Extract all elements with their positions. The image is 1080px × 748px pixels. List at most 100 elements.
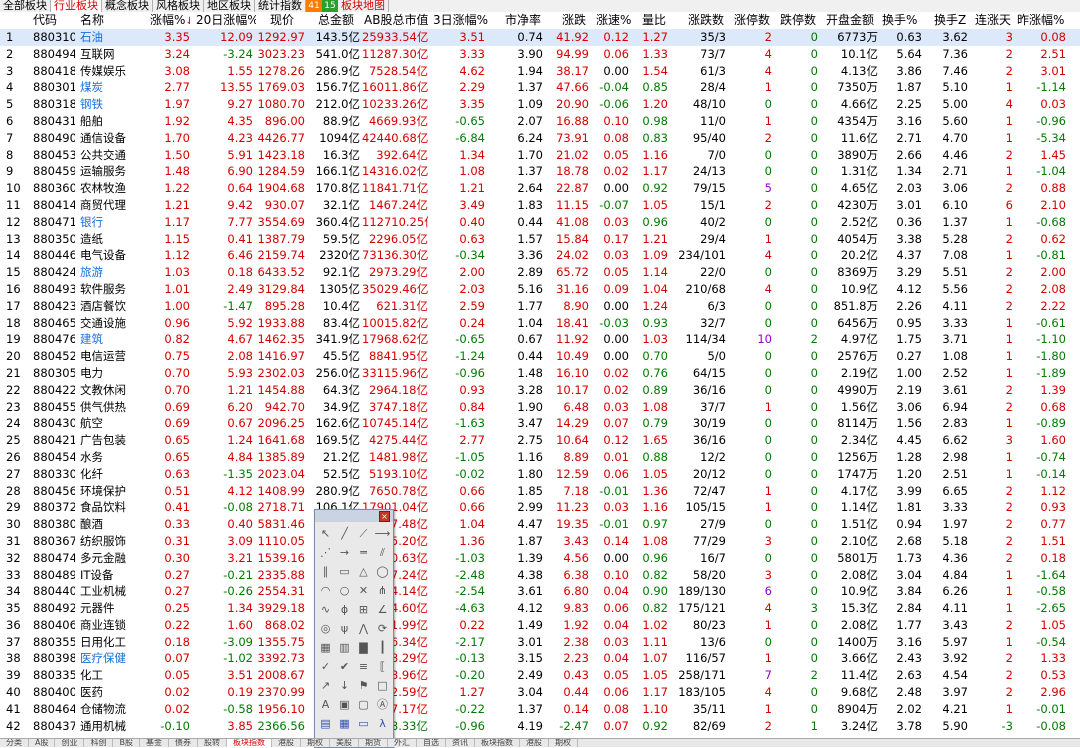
table-row[interactable]: 18 880465 交通设施 0.96 5.92 1933.88 83.4亿 10015.82… [0, 315, 1080, 332]
arc-icon[interactable]: ◠ [317, 582, 334, 599]
line-icon[interactable]: ╱ [336, 525, 353, 542]
tab-3[interactable]: 风格板块 [153, 0, 204, 12]
angle-icon[interactable]: ∠ [374, 601, 391, 618]
vertical-bars-icon[interactable]: ┃ [374, 639, 391, 656]
table-row[interactable]: 34 880440 工业机械 0.27 -0.26 2554.31 4.14亿 -2.54 3.… [0, 583, 1080, 600]
column-header-12[interactable]: 量比 [642, 12, 676, 29]
table-row[interactable]: 21 880305 电力 0.70 5.93 2302.03 256.0亿 33115.96亿… [0, 365, 1080, 382]
column-header-10[interactable]: 涨跌 [562, 12, 598, 29]
polyline-icon[interactable]: ⋰ [317, 544, 334, 561]
column-header-18[interactable]: 换手Z [934, 12, 970, 29]
table-row[interactable]: 12 880471 银行 1.17 7.77 3554.69 360.4亿 112710.25… [0, 214, 1080, 231]
table-row[interactable]: 7 880490 通信设备 1.70 4.23 4426.77 1094亿 42440.68亿… [0, 130, 1080, 147]
column-header-20[interactable]: 昨涨幅% [1017, 12, 1071, 29]
table-row[interactable]: 29 880372 食品饮料 0.41 -0.08 2718.71 106.1亿 17901.… [0, 499, 1080, 516]
ray-icon[interactable]: ⟶ [374, 525, 391, 542]
table-row[interactable]: 30 880380 酿酒 0.33 0.40 5831.46 7.48亿 1.04 4.47 19… [0, 516, 1080, 533]
table-row[interactable]: 27 880330 化纤 0.63 -1.35 2023.04 52.5亿 5193.10亿 -… [0, 466, 1080, 483]
rectangle-icon[interactable]: ▭ [336, 563, 353, 580]
table-row[interactable]: 39 880335 化工 0.05 3.51 2008.67 8.96亿 -0.20 2.49 0… [0, 667, 1080, 684]
lambda-icon[interactable]: λ [374, 715, 391, 732]
table-row[interactable]: 42 880437 通用机械 -0.10 3.85 2366.56 8.33亿 -0.96 4.… [0, 718, 1080, 735]
arrow-line-icon[interactable]: → [336, 544, 353, 561]
column-header-14[interactable]: 涨停数 [734, 12, 774, 29]
column-header-9[interactable]: 市净率 [505, 12, 545, 29]
circle-icon[interactable]: ○ [336, 582, 353, 599]
toolbox-titlebar[interactable]: × [315, 510, 393, 522]
histogram-icon[interactable]: ▇ [355, 639, 372, 656]
column-header-19[interactable]: 连涨天 [975, 12, 1015, 29]
square-outline-icon[interactable]: ▭ [355, 715, 372, 732]
spiral-icon[interactable]: ◎ [317, 620, 334, 637]
ellipse-icon[interactable]: ◯ [374, 563, 391, 580]
column-header-5[interactable]: 现价 [270, 12, 310, 29]
table-row[interactable]: 1 880310 石油 3.35 12.09 1292.97 143.5亿 25933.54亿… [0, 29, 1080, 46]
table-row[interactable]: 15 880424 旅游 1.03 0.18 6433.52 92.1亿 2973.29亿 2.… [0, 264, 1080, 281]
tick-icon[interactable]: ✓ [317, 658, 334, 675]
text-icon[interactable]: A [317, 696, 334, 713]
cursor-icon[interactable]: ↖ [317, 525, 334, 542]
table-icon[interactable]: ▦ [336, 715, 353, 732]
tab-2[interactable]: 概念板块 [102, 0, 153, 12]
close-icon[interactable]: × [379, 511, 390, 522]
flag-icon[interactable]: ⚑ [355, 677, 372, 694]
table-row[interactable]: 13 880350 造纸 1.15 0.41 1387.79 59.5亿 2296.05亿 0.… [0, 231, 1080, 248]
table-row[interactable]: 11 880414 商贸代理 1.21 9.42 930.07 32.1亿 1467.24亿 3… [0, 197, 1080, 214]
column-header-17[interactable]: 换手% [882, 12, 922, 29]
triangle-icon[interactable]: △ [355, 563, 372, 580]
pitchfork-icon[interactable]: ψ [336, 620, 353, 637]
table-row[interactable]: 36 880406 商业连锁 0.22 1.60 868.02 1.99亿 0.22 1.49 1… [0, 617, 1080, 634]
fan-icon[interactable]: ⋀ [355, 620, 372, 637]
table-row[interactable]: 25 880421 广告包装 0.65 1.24 1641.68 169.5亿 4275.44… [0, 432, 1080, 449]
table-row[interactable]: 33 880489 IT设备 0.27 -0.21 2335.88 7.24亿 -2.48 4.… [0, 567, 1080, 584]
cross-icon[interactable]: ✕ [355, 582, 372, 599]
diagonal-icon[interactable]: ⟋ [355, 525, 372, 542]
table-row[interactable]: 2 880494 互联网 3.24 -3.24 3023.23 541.0亿 11287.30… [0, 46, 1080, 63]
column-header-13[interactable]: 涨跌数 [688, 12, 732, 29]
table-row[interactable]: 17 880423 酒店餐饮 1.00 -1.47 895.28 10.4亿 621.31亿 2… [0, 298, 1080, 315]
gann-icon[interactable]: ⊞ [355, 601, 372, 618]
column-header-1[interactable]: 代码 [33, 12, 75, 29]
table-row[interactable]: 3 880418 传媒娱乐 3.08 1.55 1278.26 286.9亿 7528.54亿… [0, 63, 1080, 80]
table-row[interactable]: 37 880355 日用化工 0.18 -3.09 1355.75 6.34亿 -2.17 3.… [0, 634, 1080, 651]
table-row[interactable]: 26 880454 水务 0.65 4.84 1385.89 21.2亿 1481.98亿 -1… [0, 449, 1080, 466]
table-row[interactable]: 5 880318 钢铁 1.97 9.27 1080.70 212.0亿 10233.26亿 3… [0, 96, 1080, 113]
table-row[interactable]: 28 880456 环境保护 0.51 4.12 1408.99 280.9亿 7650.78… [0, 483, 1080, 500]
wave-icon[interactable]: ∿ [317, 601, 334, 618]
down-arrow-icon[interactable]: ↓ [336, 677, 353, 694]
fork-icon[interactable]: ⋔ [374, 582, 391, 599]
tab-5[interactable]: 统计指数 [255, 0, 306, 12]
book-icon[interactable]: ▤ [317, 715, 334, 732]
column-header-4[interactable]: 20日涨幅% [196, 12, 256, 29]
table-row[interactable]: 20 880452 电信运营 0.75 2.08 1416.97 45.5亿 8841.95亿… [0, 348, 1080, 365]
check-icon[interactable]: ✔ [336, 658, 353, 675]
table-row[interactable]: 40 880400 医药 0.02 0.19 2370.99 2.59亿 1.27 3.04 0.… [0, 684, 1080, 701]
parallel-icon[interactable]: ∥ [317, 563, 334, 580]
table-row[interactable]: 19 880476 建筑 0.82 4.67 1462.35 341.9亿 17968.62亿… [0, 331, 1080, 348]
table-row[interactable]: 10 880360 农林牧渔 1.22 0.64 1904.68 170.8亿 11841.7… [0, 180, 1080, 197]
table-row[interactable]: 35 880492 元器件 0.25 1.34 3929.18 4.60亿 -4.63 4.12… [0, 600, 1080, 617]
square-icon[interactable]: □ [374, 677, 391, 694]
table-row[interactable]: 4 880301 煤炭 2.77 13.55 1769.03 156.7亿 16011.86亿… [0, 79, 1080, 96]
table-row[interactable]: 38 880398 医疗保健 0.07 -1.02 3392.73 8.29亿 -0.13 3.… [0, 650, 1080, 667]
grid-icon[interactable]: ▦ [317, 639, 334, 656]
table-row[interactable]: 23 880455 供气供热 0.69 6.20 942.70 34.9亿 3747.18亿 0… [0, 399, 1080, 416]
column-header-6[interactable]: 总金额 [318, 12, 363, 29]
channel-icon[interactable]: ⫽ [374, 544, 391, 561]
tab-sector-map[interactable]: 板块地图 [338, 0, 389, 12]
column-header-15[interactable]: 跌停数 [780, 12, 820, 29]
table-row[interactable]: 9 880459 运输服务 1.48 6.90 1284.59 166.1亿 14316.02… [0, 163, 1080, 180]
box-icon[interactable]: ▢ [355, 696, 372, 713]
upfan-icon[interactable]: ↗ [317, 677, 334, 694]
drawing-toolbox[interactable]: × ↖ ╱ ⟋ ⟶ ⋰ → ═ ⫽ ∥ ▭ △ ◯ ◠ ○ ✕ ⋔ ∿ ϕ ⊞ ∠ ◎ ψ ⋀ ⟳ ▦ ▥ ▇ ┃ ✓ ✔ ≡ ⟦ ↗ ↓ ⚑ □ A ▣… [314, 509, 394, 748]
column-header-0[interactable] [6, 12, 24, 29]
fibonacci-icon[interactable]: ϕ [336, 601, 353, 618]
tab-0[interactable]: 全部板块 [0, 0, 51, 12]
column-header-16[interactable]: 开盘金额 [826, 12, 878, 29]
table-row[interactable]: 41 880464 仓储物流 0.02 -0.58 1956.10 7.17亿 -0.22 1.… [0, 701, 1080, 718]
column-header-2[interactable]: 名称 [80, 12, 126, 29]
column-header-7[interactable]: AB股总市值 [364, 12, 430, 29]
table-row[interactable]: 6 880431 船舶 1.92 4.35 896.00 88.9亿 4669.93亿 -0.6… [0, 113, 1080, 130]
ladder-icon[interactable]: ≡ [355, 658, 372, 675]
table-row[interactable]: 24 880430 航空 0.69 0.67 2096.25 162.6亿 10745.14亿… [0, 415, 1080, 432]
